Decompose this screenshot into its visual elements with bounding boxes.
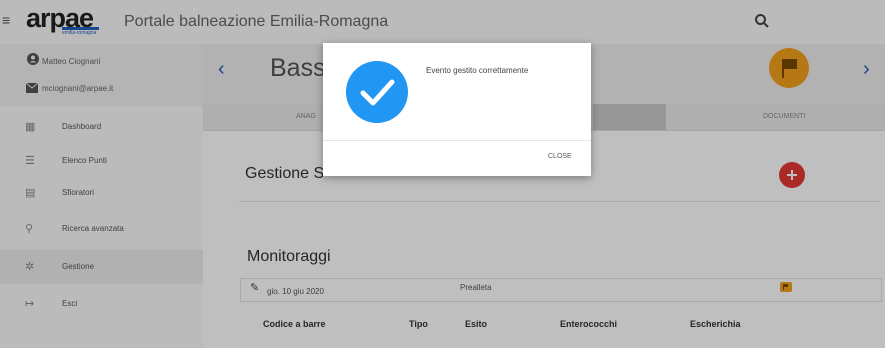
dialog-divider	[323, 140, 591, 141]
check-icon	[360, 79, 395, 106]
success-check-icon	[346, 61, 408, 123]
close-button[interactable]: CLOSE	[548, 153, 572, 160]
dialog-message: Evento gestito correttamente	[426, 66, 529, 75]
